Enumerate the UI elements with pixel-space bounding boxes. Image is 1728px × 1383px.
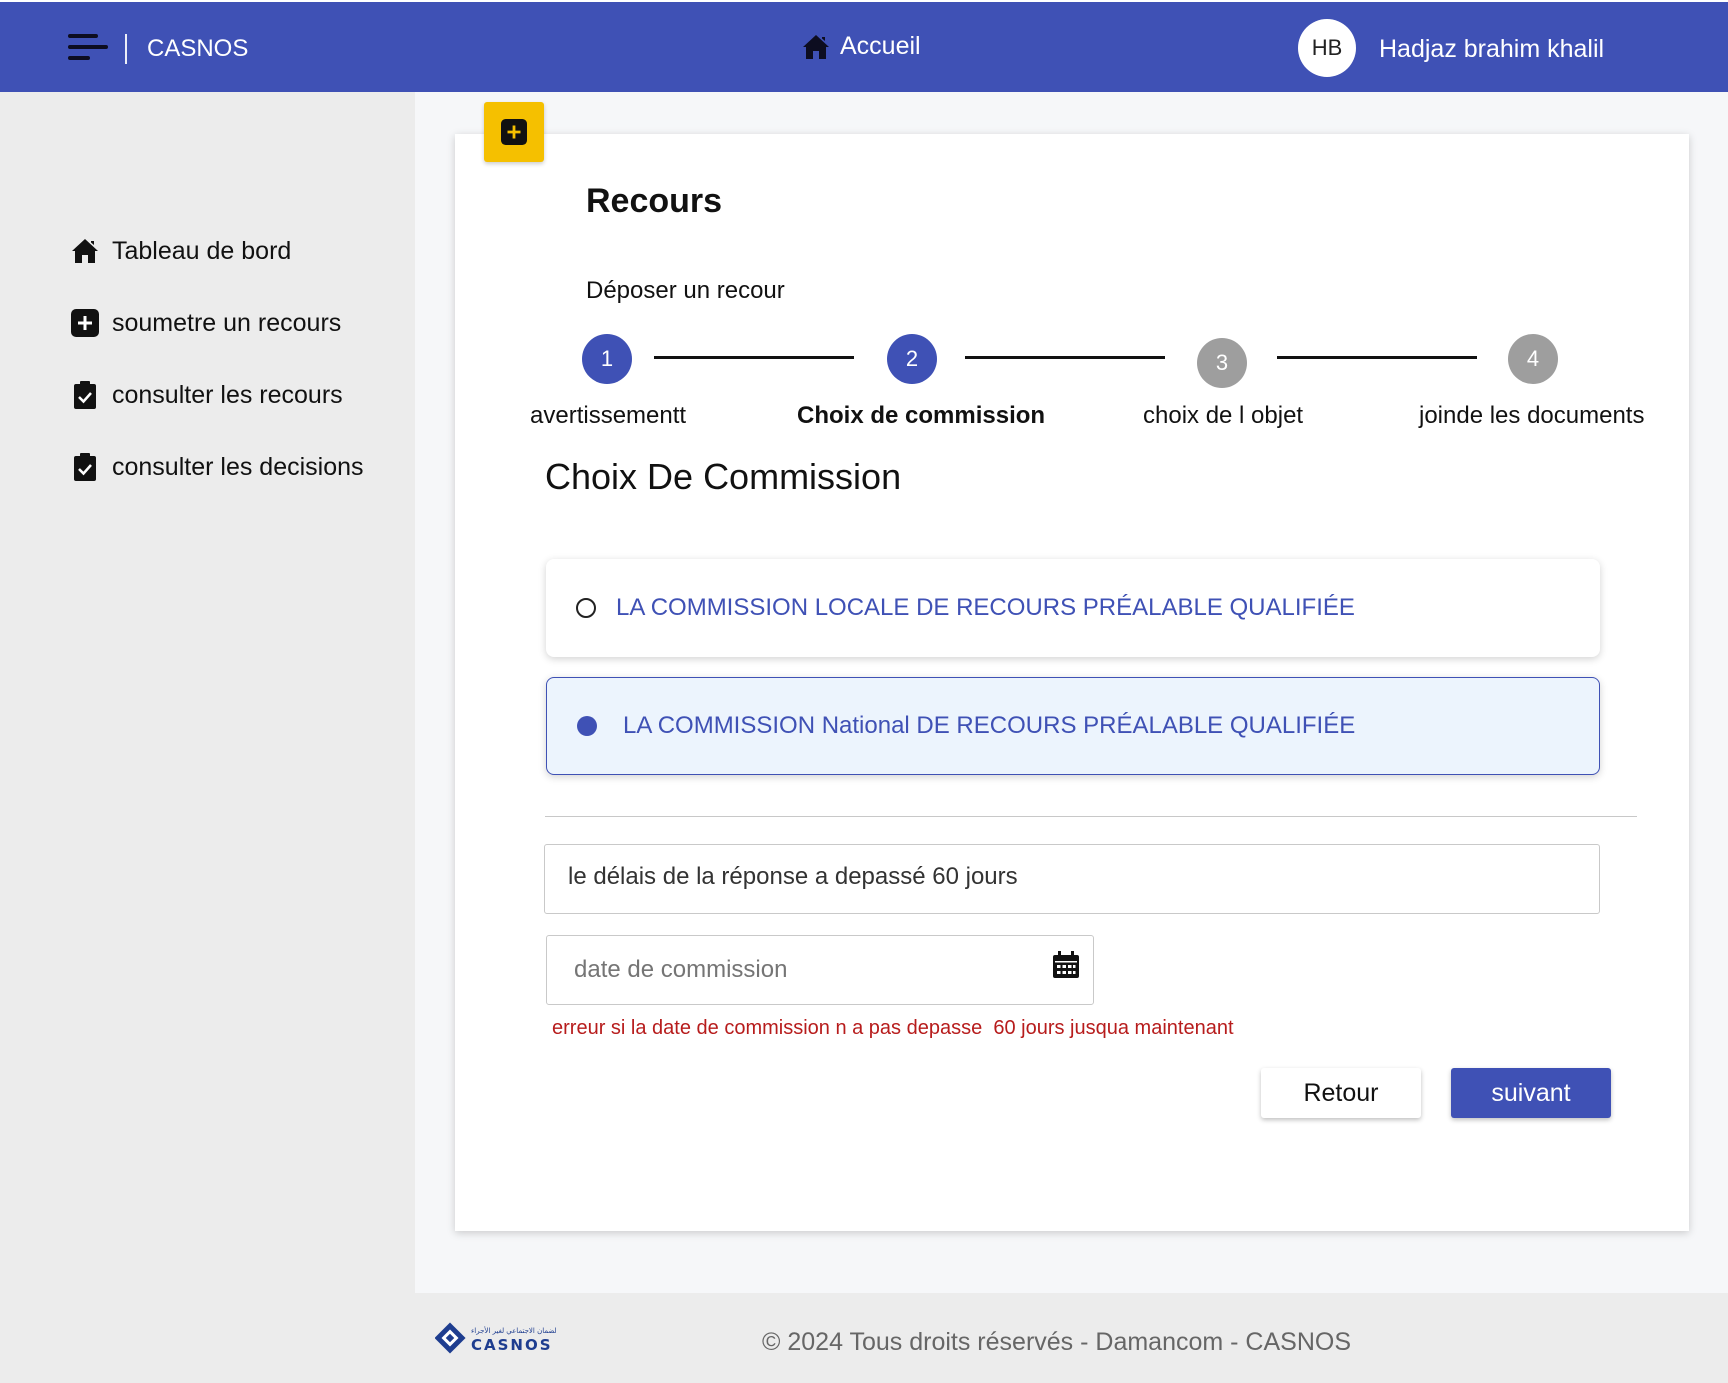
step-1-indicator[interactable]: 1 — [582, 334, 632, 384]
step-2-label[interactable]: Choix de commission — [797, 402, 1045, 430]
radio-button[interactable] — [576, 598, 596, 618]
step-1-label[interactable]: avertissementt — [530, 402, 686, 430]
page-subtitle: Déposer un recour — [586, 277, 785, 304]
clipboard-check-icon — [70, 380, 100, 410]
avatar[interactable]: HB — [1298, 19, 1356, 77]
commission-option-national[interactable]: LA COMMISSION National DE RECOURS PRÉALA… — [546, 677, 1600, 775]
step-3-indicator[interactable]: 3 — [1197, 338, 1247, 388]
commission-option-local[interactable]: LA COMMISSION LOCALE DE RECOURS PRÉALABL… — [546, 559, 1600, 657]
home-icon — [70, 236, 100, 266]
radio-button-selected[interactable] — [577, 716, 597, 736]
sidebar-item-dashboard[interactable]: Tableau de bord — [70, 236, 291, 266]
error-message: erreur si la date de commission n a pas … — [552, 1017, 1234, 1039]
option-label: LA COMMISSION National DE RECOURS PRÉALA… — [623, 712, 1356, 739]
header-divider — [125, 34, 127, 64]
step-connector — [1277, 356, 1477, 359]
next-button[interactable]: suivant — [1451, 1068, 1611, 1118]
sidebar-item-label: soumetre un recours — [112, 308, 342, 337]
app-title: CASNOS — [147, 35, 249, 62]
step-connector — [654, 356, 854, 359]
step-3-label[interactable]: choix de l objet — [1143, 402, 1303, 430]
sidebar-item-label: consulter les recours — [112, 380, 343, 409]
page-title: Recours — [586, 182, 723, 220]
casnos-logo: الضمان الاجتماعي لغير الأجراء CASNOS — [434, 1321, 559, 1360]
date-commission-input[interactable] — [547, 936, 1093, 1004]
home-icon — [803, 34, 829, 59]
sidebar-item-view-recours[interactable]: consulter les recours — [70, 380, 343, 410]
svg-text:CASNOS: CASNOS — [471, 1336, 553, 1354]
home-label: Accueil — [840, 32, 921, 60]
step-2-indicator[interactable]: 2 — [887, 334, 937, 384]
calendar-icon[interactable] — [1051, 950, 1081, 985]
menu-toggle-icon[interactable] — [68, 32, 110, 64]
sidebar-item-view-decisions[interactable]: consulter les decisions — [70, 452, 364, 482]
delay-field-value: le délais de la réponse a depassé 60 jou… — [568, 863, 1018, 890]
sidebar-item-label: Tableau de bord — [112, 236, 292, 265]
sidebar — [0, 92, 415, 1292]
add-button[interactable] — [484, 102, 544, 162]
step-4-label[interactable]: joinde les documents — [1419, 402, 1644, 430]
footer-copyright: © 2024 Tous droits réservés - Damancom -… — [762, 1328, 1352, 1356]
date-commission-field[interactable] — [546, 935, 1094, 1005]
plus-square-icon — [70, 308, 100, 338]
clipboard-check-icon — [70, 452, 100, 482]
step-connector — [965, 356, 1165, 359]
step-4-indicator[interactable]: 4 — [1508, 334, 1558, 384]
home-link[interactable]: Accueil — [802, 32, 921, 61]
sidebar-item-submit-recours[interactable]: soumetre un recours — [70, 308, 341, 338]
back-button[interactable]: Retour — [1261, 1068, 1421, 1118]
svg-text:الضمان الاجتماعي لغير الأجراء: الضمان الاجتماعي لغير الأجراء — [471, 1326, 557, 1335]
user-name[interactable]: Hadjaz brahim khalil — [1379, 35, 1604, 64]
plus-square-icon — [501, 119, 527, 145]
section-title: Choix De Commission — [545, 456, 902, 497]
option-label: LA COMMISSION LOCALE DE RECOURS PRÉALABL… — [616, 594, 1355, 621]
top-app-bar: CASNOS Accueil HB Hadjaz brahim khalil — [0, 0, 1728, 92]
divider — [545, 816, 1637, 817]
sidebar-item-label: consulter les decisions — [112, 452, 364, 481]
delay-field[interactable]: le délais de la réponse a depassé 60 jou… — [544, 844, 1600, 914]
